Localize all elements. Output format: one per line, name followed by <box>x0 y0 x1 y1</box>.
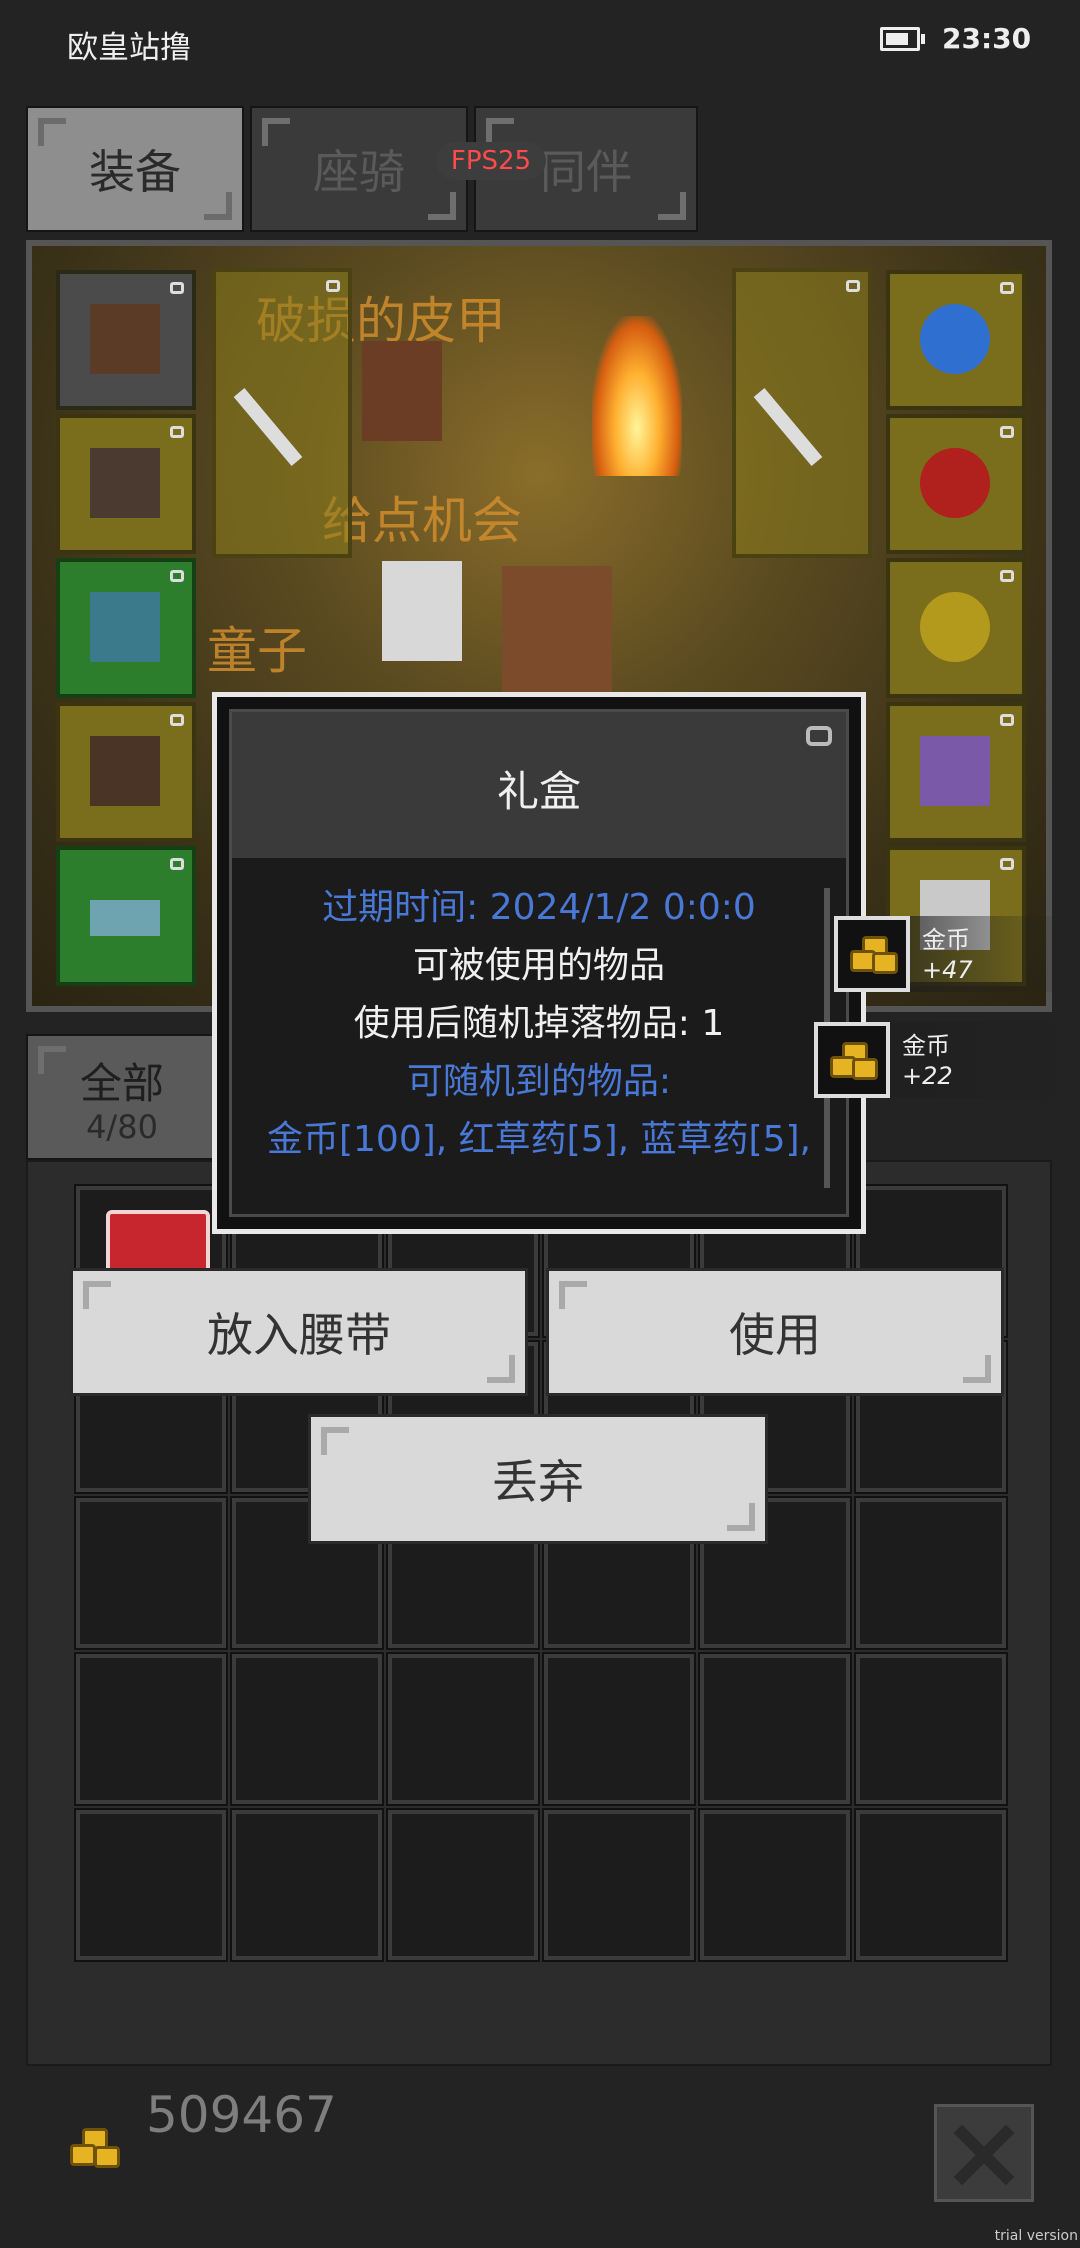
item-detail-popup: 礼盒 过期时间: 2024/1/2 0:0:0 可被使用的物品 使用后随机掉落物… <box>212 692 866 1234</box>
clock: 23:30 <box>942 22 1032 55</box>
gold-coin-icon <box>834 916 910 992</box>
tab-equipment-label: 装备 <box>89 145 181 199</box>
lock-icon <box>170 858 184 870</box>
ring-icon <box>920 448 990 518</box>
fps-badge: FPS25 <box>436 142 546 180</box>
lock-icon <box>1000 858 1014 870</box>
tab-mount[interactable]: 座骑 <box>250 106 468 232</box>
popup-body: 过期时间: 2024/1/2 0:0:0 可被使用的物品 使用后随机掉落物品: … <box>232 858 846 1214</box>
expire-time: 过期时间: 2024/1/2 0:0:0 <box>322 887 756 928</box>
sword-icon <box>753 388 823 466</box>
reward-toast: 金币 +47 <box>834 916 1074 992</box>
battery-icon <box>880 27 925 51</box>
inventory-cell[interactable] <box>386 1652 540 1806</box>
filter-label: 全部 <box>79 1059 164 1108</box>
helmet-icon <box>90 304 160 374</box>
gloves-icon <box>90 592 160 662</box>
player-sprite <box>502 566 612 706</box>
lock-icon <box>170 426 184 438</box>
slot-accessory[interactable] <box>886 702 1026 842</box>
inventory-count: 4/80 <box>86 1108 158 1146</box>
lock-icon <box>1000 282 1014 294</box>
lock-icon <box>170 570 184 582</box>
discard-label: 丢弃 <box>492 1455 584 1509</box>
toast-amount: +22 <box>902 1062 953 1090</box>
inventory-cell[interactable] <box>542 1652 696 1806</box>
npc-sprite <box>362 341 442 441</box>
lock-icon <box>170 282 184 294</box>
campfire <box>592 316 682 476</box>
lock-icon <box>170 714 184 726</box>
slot-armor[interactable] <box>56 414 196 554</box>
put-in-belt-label: 放入腰带 <box>207 1308 391 1362</box>
slot-boots[interactable] <box>56 702 196 842</box>
tab-mount-label: 座骑 <box>313 145 405 199</box>
inventory-cell[interactable] <box>230 1808 384 1962</box>
slot-gloves[interactable] <box>56 558 196 698</box>
watermark: trial version <box>994 2228 1078 2244</box>
scene-text-message: 给点机会 <box>322 492 522 550</box>
popup-header: 礼盒 <box>232 712 846 858</box>
slot-weapon-off[interactable] <box>732 268 872 558</box>
lock-icon <box>1000 426 1014 438</box>
inventory-cell[interactable] <box>74 1652 228 1806</box>
use-button[interactable]: 使用 <box>546 1268 1004 1396</box>
popup-title: 礼盒 <box>496 767 581 816</box>
ring-icon <box>920 592 990 662</box>
reward-toast: 金币 +22 <box>814 1022 1074 1098</box>
inventory-cell[interactable] <box>230 1652 384 1806</box>
sword-icon <box>233 388 303 466</box>
slot-ring-1[interactable] <box>886 414 1026 554</box>
slot-weapon-main[interactable] <box>212 268 352 558</box>
tab-equipment[interactable]: 装备 <box>26 106 244 232</box>
toast-item-name: 金币 <box>922 926 970 954</box>
lock-icon <box>1000 714 1014 726</box>
gold-coin-icon <box>70 2128 120 2168</box>
inventory-cell[interactable] <box>698 1808 852 1962</box>
scene-text-name: 童子 <box>207 622 307 680</box>
necklace-icon <box>920 304 990 374</box>
slot-helmet[interactable] <box>56 270 196 410</box>
toast-amount: +47 <box>922 956 973 984</box>
inventory-cell[interactable] <box>854 1808 1008 1962</box>
filter-all-button[interactable]: 全部 4/80 <box>26 1034 218 1160</box>
lock-icon <box>846 280 860 292</box>
inventory-cell[interactable] <box>74 1808 228 1962</box>
app-title: 欧皇站撸 <box>67 30 191 66</box>
inventory-cell[interactable] <box>74 1496 228 1650</box>
lock-icon <box>1000 570 1014 582</box>
inventory-cell[interactable] <box>698 1652 852 1806</box>
status-bar: 欧皇站撸 23:30 <box>0 0 1080 80</box>
inventory-cell[interactable] <box>386 1808 540 1962</box>
inventory-cell[interactable] <box>854 1652 1008 1806</box>
lock-icon <box>326 280 340 292</box>
boots-icon <box>90 736 160 806</box>
discard-button[interactable]: 丢弃 <box>308 1414 768 1544</box>
possible-items-label: 可随机到的物品: <box>406 1061 672 1102</box>
toast-item-name: 金币 <box>902 1032 950 1060</box>
close-button[interactable] <box>934 2104 1034 2202</box>
slot-belt[interactable] <box>56 846 196 986</box>
belt-icon <box>90 900 160 936</box>
tab-companion-label: 同伴 <box>540 145 632 199</box>
gold-coin-icon <box>814 1022 890 1098</box>
inventory-cell[interactable] <box>542 1808 696 1962</box>
put-in-belt-button[interactable]: 放入腰带 <box>70 1268 528 1396</box>
pet-sprite <box>382 561 462 661</box>
unlock-icon[interactable] <box>806 726 832 746</box>
usable-note: 可被使用的物品 <box>412 945 665 986</box>
possible-items-list: 金币[100], 红草药[5], 蓝草药[5], <box>266 1119 811 1160</box>
slot-ring-2[interactable] <box>886 558 1026 698</box>
use-label: 使用 <box>729 1308 821 1362</box>
armor-icon <box>90 448 160 518</box>
slot-necklace[interactable] <box>886 270 1026 410</box>
accessory-icon <box>920 736 990 806</box>
drop-note: 使用后随机掉落物品: 1 <box>353 1003 725 1044</box>
inventory-cell[interactable] <box>854 1496 1008 1650</box>
gold-amount: 509467 <box>146 2086 337 2144</box>
